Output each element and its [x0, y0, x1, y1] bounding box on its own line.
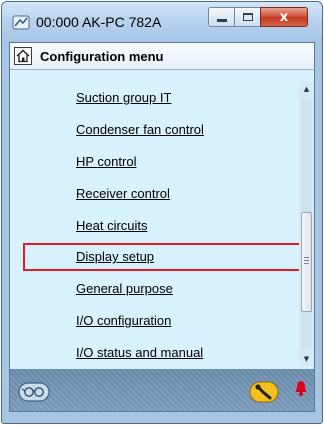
menu-item-condenser-fan-control[interactable]: Condenser fan control [76, 122, 204, 137]
vertical-scrollbar[interactable]: ▲ ▼ [299, 81, 314, 367]
status-bar [10, 369, 314, 411]
maximize-icon [242, 13, 253, 21]
menu-item-receiver-control[interactable]: Receiver control [76, 186, 170, 201]
app-window: 00:000 AK-PC 782A x Configuration menu S… [1, 1, 323, 424]
minimize-button[interactable] [208, 7, 234, 27]
menu-item-heat-circuits[interactable]: Heat circuits [76, 218, 148, 233]
maximize-button[interactable] [234, 7, 260, 27]
menu-item-display-setup[interactable]: Display setup [76, 249, 154, 264]
alarm-bell-icon[interactable] [294, 379, 308, 397]
scrollbar-thumb[interactable] [301, 212, 312, 312]
grip-line [304, 263, 309, 264]
client-area: Configuration menu Suction group IT Cond… [9, 42, 315, 412]
page-title: Configuration menu [40, 49, 164, 64]
menu-item-io-status-and-manual[interactable]: I/O status and manual [76, 345, 203, 360]
wrench-icon[interactable] [249, 381, 279, 403]
menu-item-general-purpose[interactable]: General purpose [76, 281, 173, 296]
selection-highlight [23, 243, 302, 271]
page-header: Configuration menu [10, 43, 314, 70]
configuration-menu-list: Suction group IT Condenser fan control H… [10, 70, 302, 370]
controller-icon [12, 15, 30, 30]
scroll-down-arrow-icon[interactable]: ▼ [299, 351, 314, 367]
minimize-icon [216, 18, 227, 22]
grip-line [304, 260, 309, 261]
menu-item-hp-control[interactable]: HP control [76, 154, 136, 169]
menu-item-suction-group-it[interactable]: Suction group IT [76, 90, 171, 105]
menu-item-io-configuration[interactable]: I/O configuration [76, 313, 171, 328]
home-button[interactable] [14, 47, 32, 65]
grip-line [304, 257, 309, 258]
close-button[interactable]: x [260, 7, 308, 27]
scroll-up-arrow-icon[interactable]: ▲ [299, 81, 314, 97]
close-icon: x [279, 9, 289, 25]
window-controls: x [208, 7, 308, 29]
glasses-icon[interactable] [18, 381, 50, 403]
title-bar[interactable]: 00:000 AK-PC 782A x [2, 2, 322, 42]
window-title: 00:000 AK-PC 782A [36, 14, 162, 30]
home-icon [16, 49, 30, 63]
